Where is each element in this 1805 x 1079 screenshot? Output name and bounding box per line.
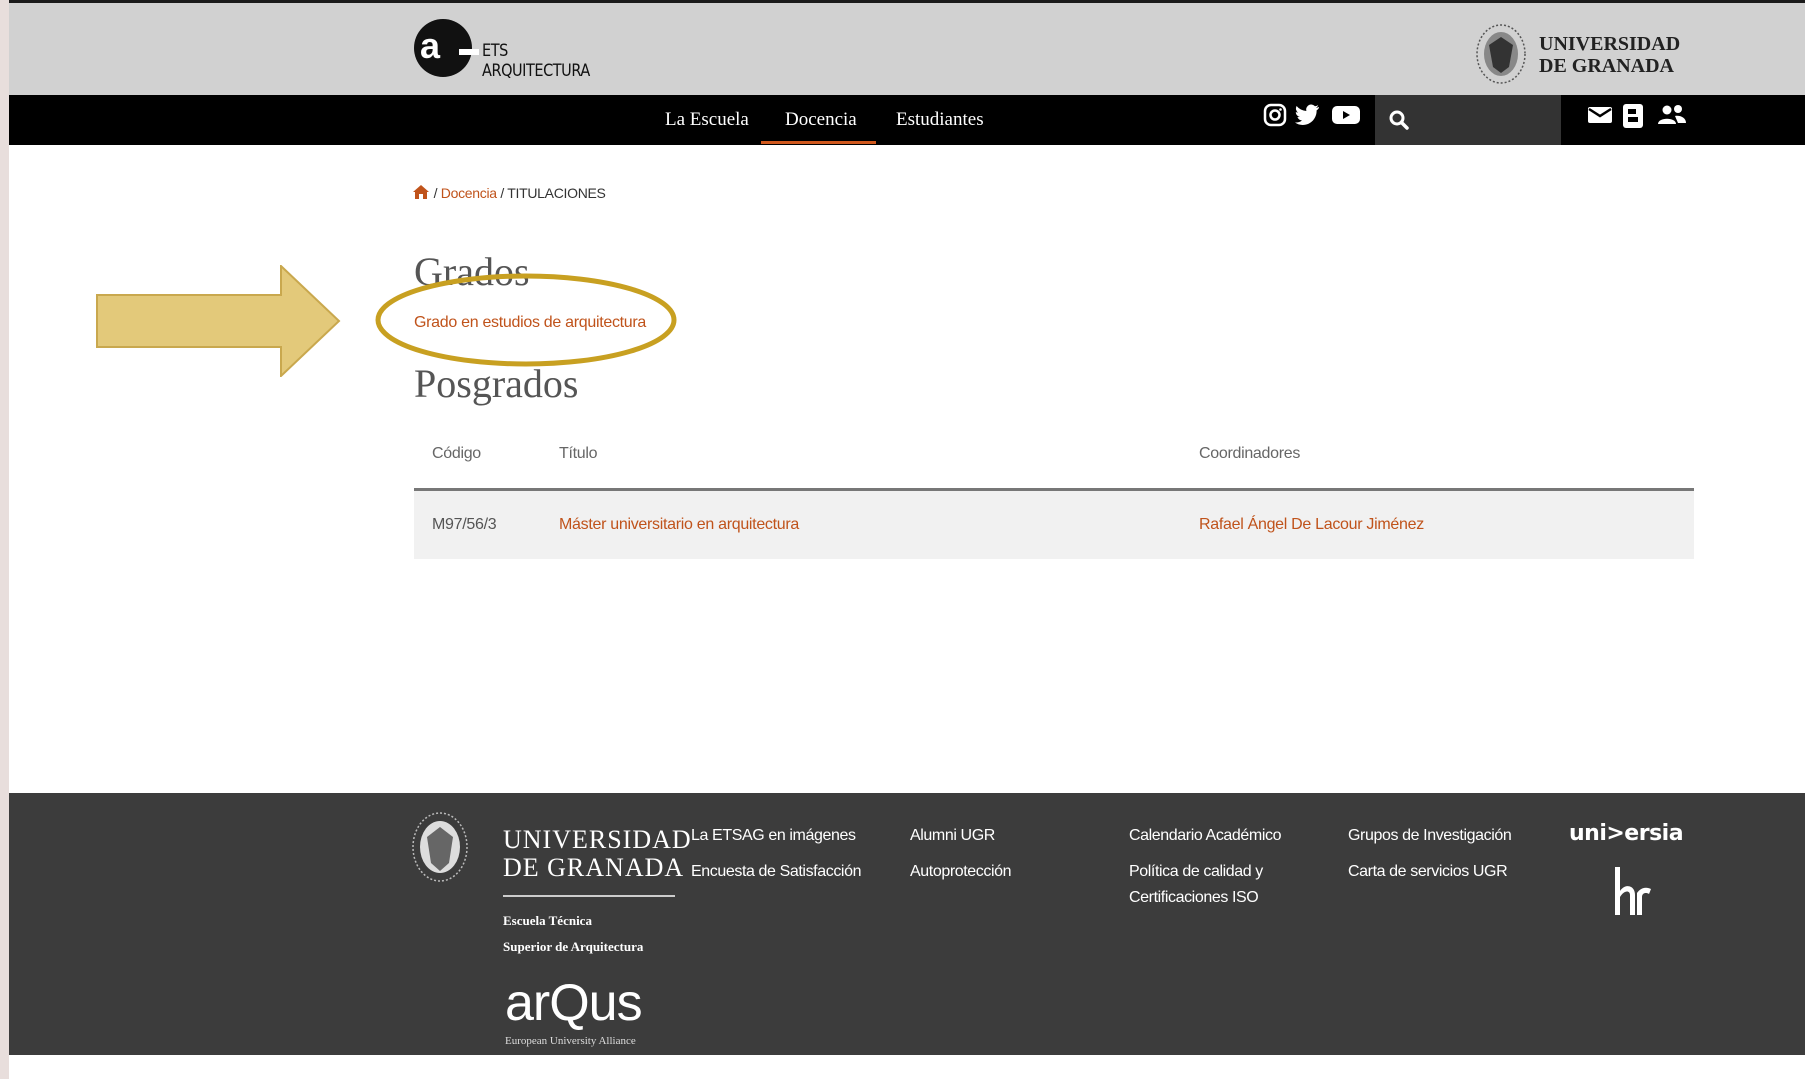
row-title-link[interactable]: Máster universitario en arquitectura [559,516,799,534]
footer-link-carta-servicios[interactable]: Carta de servicios UGR [1348,859,1508,885]
footer-link-politica-line-2: Certificaciones ISO [1129,889,1259,906]
column-header-codigo: Código [432,445,481,462]
users-icon[interactable] [1657,103,1687,127]
footer-ugr-line-1: UNIVERSIDAD [503,825,692,854]
active-nav-indicator [761,141,876,144]
footer-ugr-line-2: DE GRANADA [503,853,685,882]
footer-link-etsag-imagenes[interactable]: La ETSAG en imágenes [691,823,856,849]
ugr-line-1: UNIVERSIDAD [1539,33,1681,55]
arrow-annotation-icon [96,265,341,377]
arqus-logo[interactable]: arQus [505,975,643,1031]
arqus-tagline: European University Alliance [505,1035,636,1047]
footer-link-autoproteccion[interactable]: Autoprotección [910,859,1012,885]
bottom-strip [9,1055,1805,1079]
footer: UNIVERSIDAD DE GRANADA Escuela Técnica S… [9,793,1805,1055]
search-input[interactable] [1413,105,1557,137]
footer-ugr-wordmark[interactable]: UNIVERSIDAD DE GRANADA [503,826,692,882]
column-header-titulo: Título [559,445,598,462]
table-row: M97/56/3 Máster universitario en arquite… [414,491,1694,559]
breadcrumb-separator: / [500,185,504,201]
breadcrumb-current: TITULACIONES [507,185,606,201]
id-card-icon[interactable] [1621,103,1645,129]
footer-link-encuesta[interactable]: Encuesta de Satisfacción [691,859,861,885]
table-header: Código Título Coordinadores [414,430,1694,491]
ugr-wordmark[interactable]: UNIVERSIDAD DE GRANADA [1539,33,1680,77]
posgrados-table: Código Título Coordinadores M97/56/3 Más… [414,430,1694,559]
universia-logo[interactable]: uni>ersia [1569,821,1684,846]
row-code: M97/56/3 [432,516,497,533]
mail-icon[interactable] [1587,103,1613,127]
nav-item-docencia[interactable]: Docencia [785,109,857,131]
browser-page: a ETS ARQUITECTURA UNIVERSIDAD DE GRANAD… [9,0,1805,1079]
footer-link-politica-line-1: Política de calidad y [1129,863,1263,880]
logo-line-2: ARQUITECTURA [482,61,590,81]
ugr-line-2: DE GRANADA [1539,55,1674,77]
instagram-icon[interactable] [1263,103,1287,127]
logo-dash [459,49,479,55]
search-icon[interactable] [1387,108,1411,132]
youtube-icon[interactable] [1331,103,1361,127]
logo-circle: a [414,19,472,77]
row-coordinator-link[interactable]: Rafael Ángel De Lacour Jiménez [1199,516,1424,534]
nav-item-estudiantes[interactable]: Estudiantes [896,109,984,131]
home-icon[interactable] [412,184,430,200]
breadcrumb-link-docencia[interactable]: Docencia [441,185,497,201]
top-header: a ETS ARQUITECTURA UNIVERSIDAD DE GRANAD… [9,0,1805,95]
logo-text: ETS ARQUITECTURA [482,41,590,81]
footer-link-alumni[interactable]: Alumni UGR [910,823,995,849]
footer-link-grupos-investigacion[interactable]: Grupos de Investigación [1348,823,1512,849]
nav-item-la-escuela[interactable]: La Escuela [665,109,749,131]
footer-school-name: Escuela Técnica Superior de Arquitectura [503,908,643,960]
logo-letter: a [420,25,441,66]
ugr-seal-icon [412,812,468,882]
breadcrumb: / Docencia / TITULACIONES [412,184,606,201]
main-nav: La Escuela Docencia Estudiantes [9,95,1805,145]
ugr-seal-icon [1476,24,1526,84]
footer-school-line-1: Escuela Técnica [503,913,592,928]
footer-school-line-2: Superior de Arquitectura [503,939,644,954]
footer-divider [503,895,675,897]
hr-excellence-icon[interactable] [1609,865,1653,919]
footer-link-calendario[interactable]: Calendario Académico [1129,823,1282,849]
ellipse-highlight-annotation [375,273,677,367]
footer-link-politica-calidad[interactable]: Política de calidad y Certificaciones IS… [1129,859,1263,911]
breadcrumb-separator: / [433,185,438,201]
logo-line-1: ETS [482,41,508,61]
column-header-coordinadores: Coordinadores [1199,445,1301,462]
twitter-icon[interactable] [1295,103,1321,127]
